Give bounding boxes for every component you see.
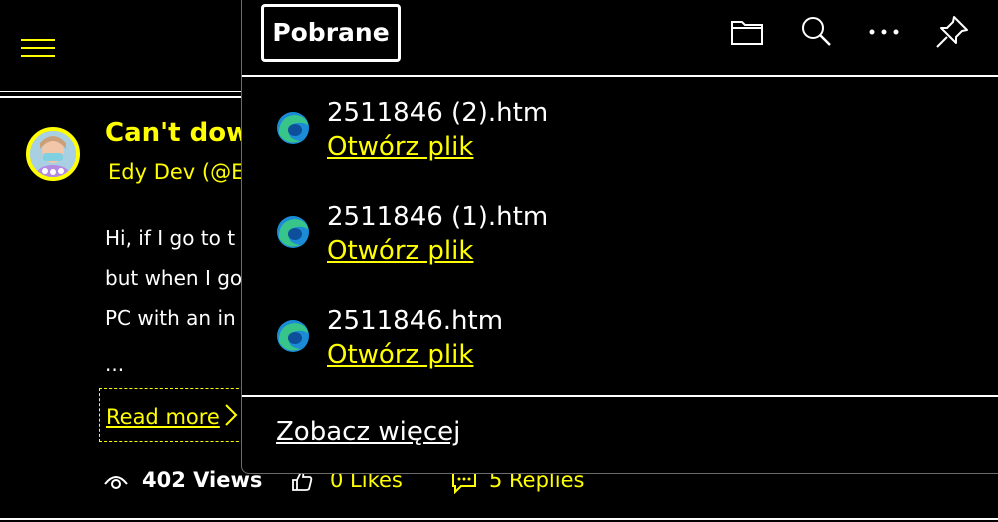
- download-file-name: 2511846 (1).htm: [327, 202, 549, 232]
- edge-file-icon: [277, 216, 309, 248]
- divider: [0, 518, 998, 520]
- divider: [242, 75, 998, 77]
- post-text-ellipsis: ...: [105, 352, 125, 376]
- downloads-flyout: Pobrane 2511846 (2).htm Otwórz plik 2511…: [241, 0, 998, 474]
- open-file-link[interactable]: Otwórz plik: [327, 132, 473, 162]
- post-text-line: but when I go: [105, 266, 243, 290]
- eye-icon: [104, 476, 128, 489]
- download-file-name: 2511846.htm: [327, 306, 504, 336]
- more-icon[interactable]: [866, 14, 902, 50]
- see-more-link[interactable]: Zobacz więcej: [276, 417, 460, 447]
- divider: [242, 395, 998, 397]
- post-title[interactable]: Can't dow: [105, 118, 250, 148]
- edge-file-icon: [277, 320, 309, 352]
- read-more-label: Read more: [106, 405, 220, 429]
- download-item[interactable]: 2511846.htm Otwórz plik: [242, 300, 998, 400]
- read-more-link[interactable]: Read more: [99, 388, 249, 442]
- avatar[interactable]: [26, 127, 80, 181]
- download-item[interactable]: 2511846 (1).htm Otwórz plik: [242, 196, 998, 296]
- folder-icon[interactable]: [729, 14, 765, 50]
- hamburger-menu-icon[interactable]: [21, 39, 55, 59]
- post-text-line: Hi, if I go to t: [105, 226, 236, 250]
- open-file-link[interactable]: Otwórz plik: [327, 340, 473, 370]
- post-author[interactable]: Edy Dev (@E: [108, 160, 244, 184]
- download-item[interactable]: 2511846 (2).htm Otwórz plik: [242, 92, 998, 192]
- edge-file-icon: [277, 112, 309, 144]
- download-file-name: 2511846 (2).htm: [327, 98, 549, 128]
- open-file-link[interactable]: Otwórz plik: [327, 236, 473, 266]
- search-icon[interactable]: [798, 14, 834, 50]
- downloads-title: Pobrane: [261, 4, 401, 62]
- pin-icon[interactable]: [934, 14, 970, 50]
- post-text-line: PC with an in: [105, 306, 236, 330]
- chevron-right-icon: [225, 404, 238, 426]
